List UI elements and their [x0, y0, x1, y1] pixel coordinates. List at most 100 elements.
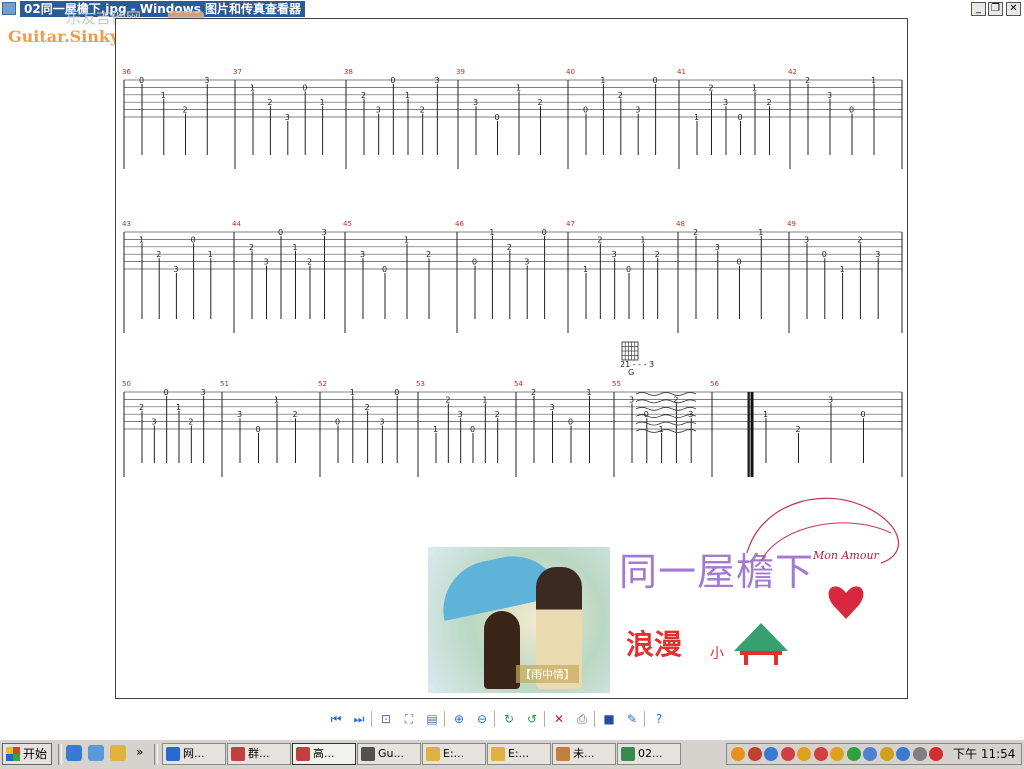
brand-small-text: 小 [710, 646, 724, 662]
taskbar-button-label: 群... [248, 747, 270, 760]
fret-number: 2 [426, 250, 431, 259]
measure-number: 53 [416, 380, 425, 388]
fret-number: 1 [250, 83, 255, 92]
fret-number: 2 [531, 388, 536, 397]
fret-number: 1 [482, 395, 487, 404]
rotate-clockwise-button[interactable]: ↻ [500, 710, 518, 728]
tray-icon[interactable] [797, 747, 811, 761]
qq-group-icon [231, 747, 245, 761]
edit-button[interactable]: ✎ [623, 710, 641, 728]
help-button[interactable]: ? [650, 710, 668, 728]
rotate-counterclockwise-button[interactable]: ↺ [523, 710, 541, 728]
clock[interactable]: 下午 11:54 [953, 744, 1015, 764]
tray-icon[interactable] [879, 747, 894, 761]
tray-icon[interactable] [731, 747, 745, 761]
image-display-area[interactable]: 36 0 1 2 3 37 1 2 3 0 1 38 2 3 0 1 2 3 39 3 0 1 2 40 0 1 2 3 0 41 1 2 3 0… [115, 18, 908, 699]
measure-number: 37 [233, 68, 242, 76]
fret-number: 0 [164, 388, 169, 397]
toolbar-separator [494, 711, 495, 727]
tray-icon[interactable] [813, 747, 828, 761]
measure-number: 47 [566, 220, 575, 228]
fret-number: 0 [302, 83, 307, 92]
taskbar-button[interactable]: E:... [487, 743, 551, 765]
fret-number: 2 [293, 410, 298, 419]
image-viewer-app-icon[interactable] [2, 2, 16, 15]
tray-icon[interactable] [929, 747, 943, 761]
fret-number: 0 [822, 250, 827, 259]
system-tray: 下午 11:54 [726, 743, 1022, 765]
fret-number: 0 [191, 235, 196, 244]
previous-image-button[interactable]: ⏮ [327, 710, 345, 728]
fret-number: 0 [335, 418, 340, 427]
windows-logo-icon [6, 747, 20, 761]
fret-number: 3 [629, 395, 634, 404]
girl-figure [484, 611, 520, 689]
start-button[interactable]: 开始 [2, 743, 52, 765]
tray-icon[interactable] [896, 747, 910, 761]
taskbar-button[interactable]: 网... [162, 743, 226, 765]
fret-number: 3 [612, 250, 617, 259]
close-button[interactable]: ✕ [1006, 2, 1021, 16]
love-text: Mon Amour [812, 549, 880, 562]
taskbar-button[interactable]: E:... [422, 743, 486, 765]
measure-number: 56 [710, 380, 719, 388]
save-button[interactable]: ■ [600, 710, 618, 728]
zoom-out-button[interactable]: ⊖ [473, 710, 491, 728]
fret-number: 2 [183, 106, 188, 115]
taskbar-button-label: 高... [313, 747, 335, 760]
brand-logo-text: 浪漫 [626, 628, 683, 661]
measure-number: 41 [677, 68, 686, 76]
next-image-button[interactable]: ⏭ [350, 710, 368, 728]
fret-number: 1 [161, 91, 166, 100]
fret-number: 1 [583, 265, 588, 274]
fret-number: 2 [655, 250, 660, 259]
title-bar: 02同一屋檐下.jpg - Windows 图片和传真查看器 _ ❐ ✕ [0, 0, 1024, 18]
fret-number: 1 [350, 388, 355, 397]
taskbar-button[interactable]: 群... [227, 743, 291, 765]
fret-number: 2 [307, 258, 312, 267]
minimize-button[interactable]: _ [971, 2, 986, 16]
measure-number: 36 [122, 68, 131, 76]
taskbar-button[interactable]: Gu... [357, 743, 421, 765]
fret-number: 3 [201, 388, 206, 397]
restore-button[interactable]: ❐ [988, 2, 1003, 16]
measure-number: 48 [676, 220, 685, 228]
slideshow-button[interactable]: ▤ [423, 710, 441, 728]
tray-icon[interactable] [846, 747, 861, 761]
taskbar-button[interactable]: 未... [552, 743, 616, 765]
fret-number: 1 [587, 388, 592, 397]
delete-button[interactable]: ✕ [550, 710, 568, 728]
viewer-toolbar: ⏮ ⏭ ⊡ ⛶ ▤ ⊕ ⊖ ↻ ↺ ✕ ⎙ ■ ✎? [325, 710, 700, 728]
fret-number: 2 [618, 91, 623, 100]
tray-icon[interactable] [863, 747, 877, 761]
fret-number: 0 [737, 258, 742, 267]
quicklaunch-more-button[interactable]: » [136, 745, 143, 759]
tray-icon[interactable] [747, 747, 762, 761]
tray-icon[interactable] [764, 747, 778, 761]
zoom-in-button[interactable]: ⊕ [450, 710, 468, 728]
taskbar-button-label: 未... [573, 747, 595, 760]
fret-number: 2 [361, 91, 366, 100]
explorer-icon[interactable] [110, 745, 126, 761]
window-title: 02同一屋檐下.jpg - Windows 图片和传真查看器 [20, 1, 306, 17]
fret-number: 3 [723, 98, 728, 107]
tray-icon[interactable] [780, 747, 795, 761]
toolbar-separator [594, 711, 595, 727]
measure-number: 46 [455, 220, 464, 228]
best-fit-button[interactable]: ⊡ [377, 710, 395, 728]
actual-size-button[interactable]: ⛶ [400, 710, 418, 728]
tray-icon[interactable] [830, 747, 844, 761]
print-button[interactable]: ⎙ [573, 710, 591, 728]
ie-icon[interactable] [66, 745, 82, 761]
fret-number: 1 [640, 235, 645, 244]
messenger-icon[interactable] [88, 745, 104, 761]
fret-number: 2 [420, 106, 425, 115]
fret-number: 0 [470, 425, 475, 434]
measure-number: 44 [232, 220, 241, 228]
taskbar-button[interactable]: 02... [617, 743, 681, 765]
browser-icon [361, 747, 375, 761]
strum-wave [635, 429, 697, 433]
taskbar-button[interactable]: 高... [292, 743, 356, 765]
toolbar-separator [444, 711, 445, 727]
tray-icon[interactable] [912, 747, 927, 761]
